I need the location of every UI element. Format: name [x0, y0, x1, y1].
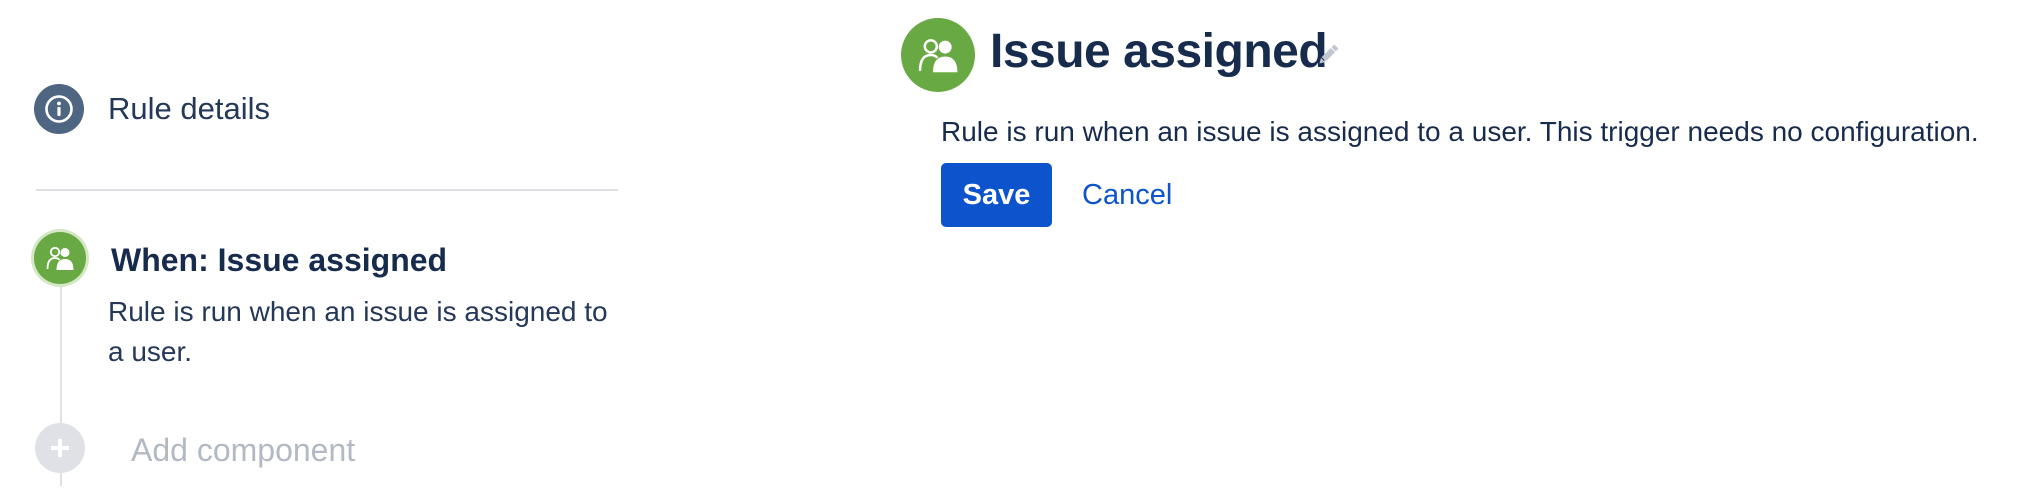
rule-details-item[interactable]: Rule details: [34, 84, 270, 134]
rule-details-label: Rule details: [108, 91, 270, 126]
trigger-description-full: Rule is run when an issue is assigned to…: [941, 116, 1979, 147]
pencil-icon[interactable]: [1313, 40, 1343, 70]
cancel-button[interactable]: Cancel: [1066, 163, 1188, 227]
save-button[interactable]: Save: [941, 163, 1052, 227]
add-component-label[interactable]: Add component: [131, 432, 355, 469]
sidebar-divider: [36, 189, 618, 191]
plus-icon[interactable]: [35, 423, 85, 473]
rule-editor: Rule details When: Issue assigned Rule i…: [0, 0, 2042, 500]
assign-user-icon: [901, 18, 975, 92]
assign-user-icon[interactable]: [34, 232, 86, 284]
trigger-description: Rule is run when an issue is assigned to…: [108, 296, 608, 367]
trigger-title[interactable]: When: Issue assigned: [111, 242, 447, 279]
page-title: Issue assigned: [990, 25, 1328, 78]
info-icon: [34, 84, 84, 134]
